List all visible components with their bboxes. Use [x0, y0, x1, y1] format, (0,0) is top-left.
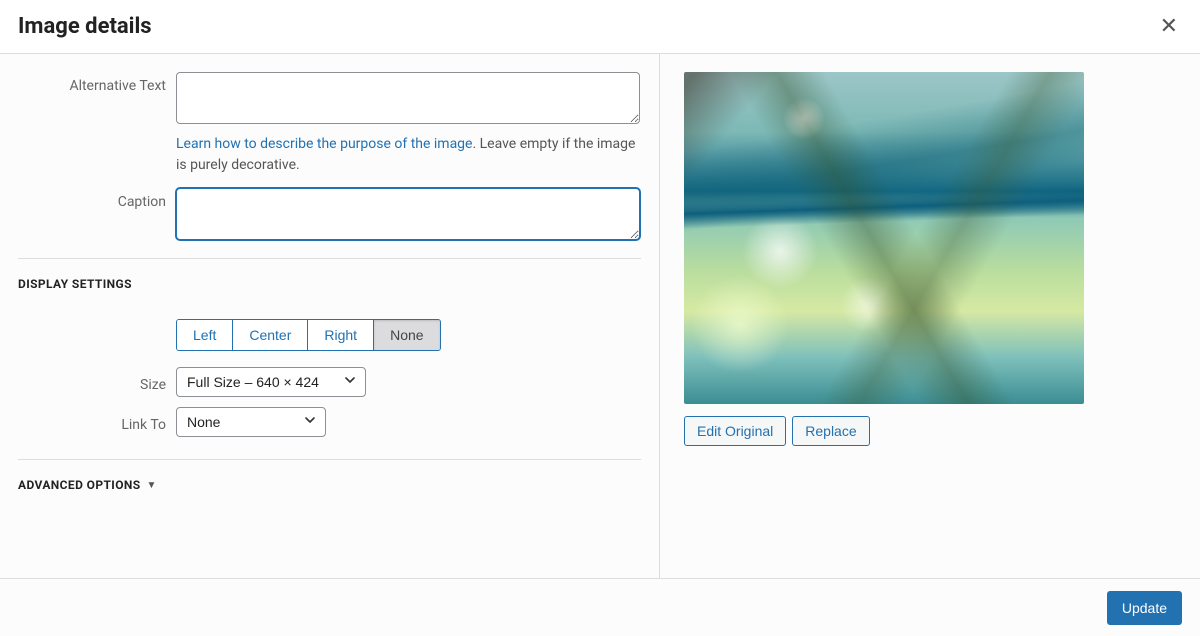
- row-size: Size Full Size – 640 × 424: [0, 367, 641, 397]
- link-to-control: None: [176, 407, 641, 437]
- align-right-button[interactable]: Right: [308, 320, 374, 350]
- align-button-group: Left Center Right None: [176, 319, 441, 351]
- align-label-spacer: [0, 332, 176, 338]
- alt-text-input[interactable]: [176, 72, 640, 124]
- display-settings-heading: DISPLAY SETTINGS: [18, 277, 641, 291]
- advanced-options-heading: ADVANCED OPTIONS: [18, 478, 141, 492]
- row-caption: Caption: [0, 188, 641, 244]
- alt-text-help: Learn how to describe the purpose of the…: [176, 134, 640, 176]
- align-center-button[interactable]: Center: [233, 320, 308, 350]
- advanced-options-toggle[interactable]: ADVANCED OPTIONS ▼: [18, 478, 641, 492]
- caption-input[interactable]: [176, 188, 640, 240]
- image-preview: [684, 72, 1084, 404]
- close-icon[interactable]: ✕: [1156, 14, 1182, 39]
- edit-original-button[interactable]: Edit Original: [684, 416, 786, 446]
- row-align: Left Center Right None: [0, 319, 641, 351]
- link-to-label: Link To: [0, 411, 176, 433]
- modal-title: Image details: [18, 14, 152, 39]
- row-link-to: Link To None: [0, 407, 641, 437]
- update-button[interactable]: Update: [1107, 591, 1182, 625]
- preview-actions: Edit Original Replace: [684, 416, 1182, 446]
- size-select[interactable]: Full Size – 640 × 424: [176, 367, 366, 397]
- modal-footer: Update: [0, 578, 1200, 636]
- size-label: Size: [0, 371, 176, 393]
- divider: [18, 459, 641, 460]
- align-left-button[interactable]: Left: [177, 320, 233, 350]
- row-alt-text: Alternative Text Learn how to describe t…: [0, 72, 641, 176]
- modal-header: Image details ✕: [0, 0, 1200, 54]
- align-control: Left Center Right None: [176, 319, 641, 351]
- divider: [18, 258, 641, 259]
- alt-text-control: Learn how to describe the purpose of the…: [176, 72, 641, 176]
- size-control: Full Size – 640 × 424: [176, 367, 641, 397]
- replace-button[interactable]: Replace: [792, 416, 869, 446]
- link-to-select[interactable]: None: [176, 407, 326, 437]
- caret-down-icon: ▼: [147, 480, 157, 491]
- alt-text-help-link[interactable]: Learn how to describe the purpose of the…: [176, 136, 472, 152]
- caption-control: [176, 188, 641, 244]
- caption-label: Caption: [0, 188, 176, 210]
- right-panel: Edit Original Replace: [660, 54, 1200, 580]
- modal-content: Alternative Text Learn how to describe t…: [0, 54, 1200, 580]
- left-panel: Alternative Text Learn how to describe t…: [0, 54, 660, 580]
- align-none-button[interactable]: None: [374, 320, 439, 350]
- alt-text-label: Alternative Text: [0, 72, 176, 94]
